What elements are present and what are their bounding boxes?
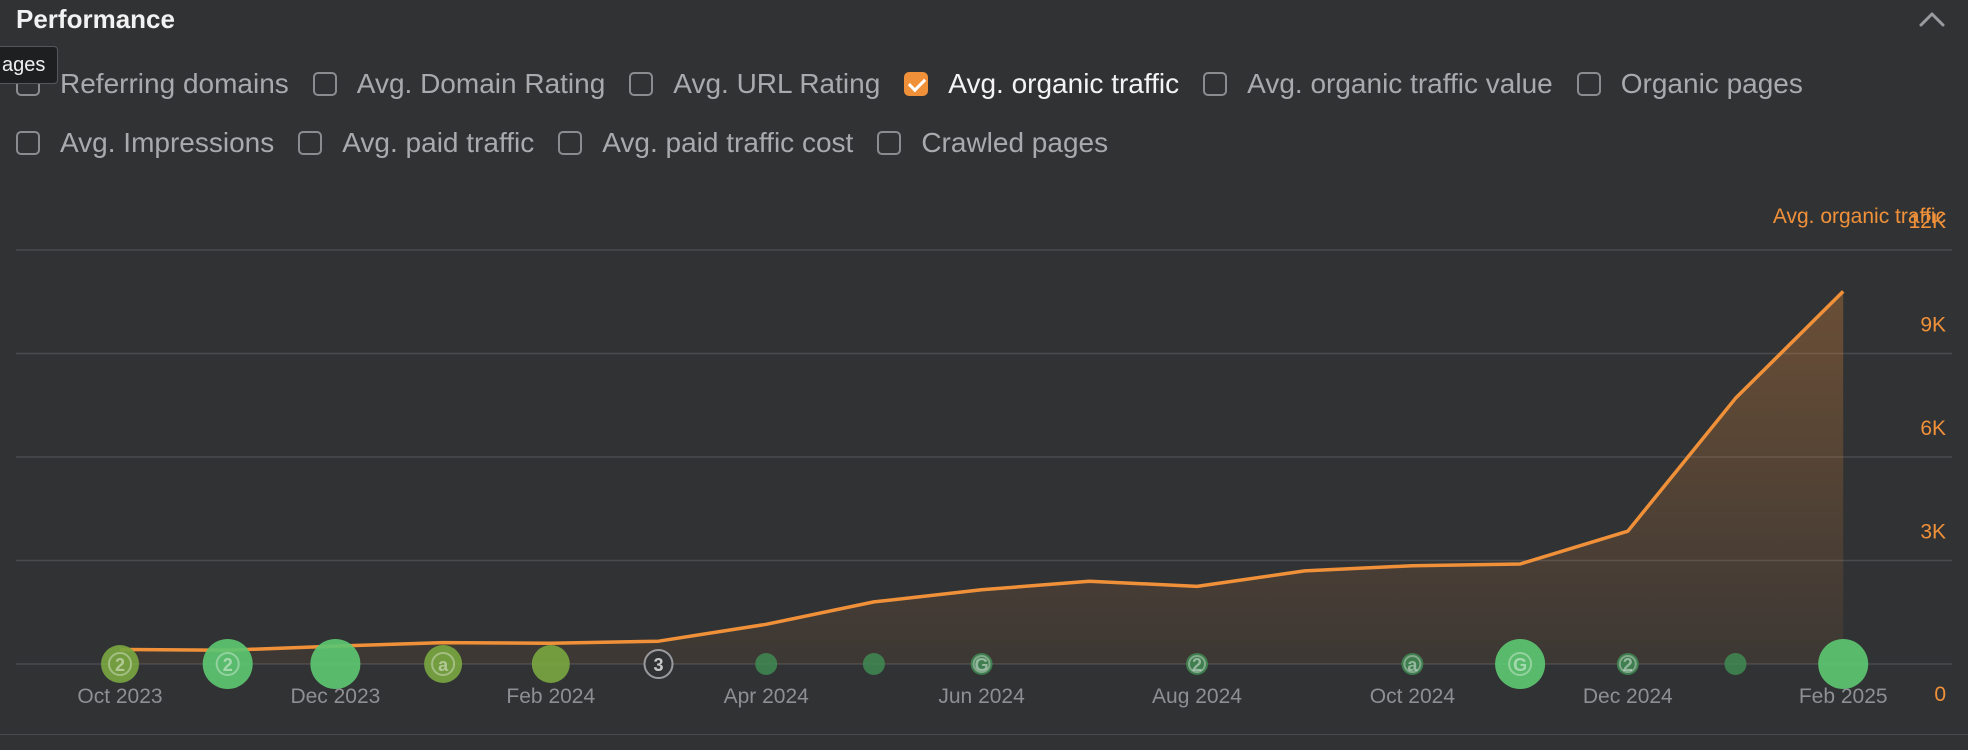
annotation-marker [531,645,570,683]
x-tick-label: Feb 2025 [1799,685,1888,708]
annotation-marker: 3 [643,649,674,679]
x-tick-label: Aug 2024 [1152,685,1242,708]
annotation-circle [755,653,778,675]
x-tick-label: Feb 2024 [506,685,595,708]
annotation-label: 3 [653,655,663,675]
annotation-marker [755,653,778,675]
y-tick-label: 3K [1920,521,1946,544]
y-tick-label: 9K [1920,314,1946,337]
annotation-marker [310,639,361,689]
series-area [120,291,1844,664]
x-tick-label: Apr 2024 [724,685,810,708]
annotation-circle [1818,639,1869,689]
annotation-marker: a [424,645,463,683]
annotation-marker [862,653,885,675]
annotation-label: a [1407,655,1418,675]
annotation-label: 2 [1192,655,1202,675]
annotation-circle [1724,653,1747,675]
annotation-marker: G [970,653,993,675]
x-tick-label: Jun 2024 [938,685,1025,708]
x-tick-label: Oct 2024 [1370,685,1456,708]
annotation-marker: 2 [101,645,139,683]
annotation-marker: G [1495,639,1546,689]
annotation-marker [1724,653,1747,675]
x-tick-label: Dec 2024 [1583,685,1673,708]
annotation-marker: a [1401,653,1424,675]
section-divider [0,734,1968,735]
y-tick-label: 12K [1909,210,1946,233]
annotation-circle [310,639,361,689]
annotation-circle [862,653,885,675]
y-tick-label: 6K [1920,417,1946,440]
annotation-marker: 2 [1186,653,1208,675]
annotation-marker [1818,639,1869,689]
annotation-label: 2 [115,655,125,675]
y-tick-label: 0 [1934,683,1946,706]
annotation-circle [531,645,570,683]
annotation-label: G [1513,655,1527,675]
annotation-marker: 2 [202,639,253,689]
x-tick-label: Dec 2023 [290,685,380,708]
annotation-label: a [438,655,449,675]
annotation-marker: 2 [1616,653,1639,675]
hover-tooltip: ages [0,46,59,84]
organic-traffic-chart[interactable]: Avg. organic traffic 22a3G2aG2 03K6K9K12… [0,0,1968,750]
x-tick-label: Oct 2023 [77,685,162,708]
annotation-label: 2 [1623,655,1633,675]
annotation-label: 2 [223,655,233,675]
annotation-label: G [975,655,989,675]
